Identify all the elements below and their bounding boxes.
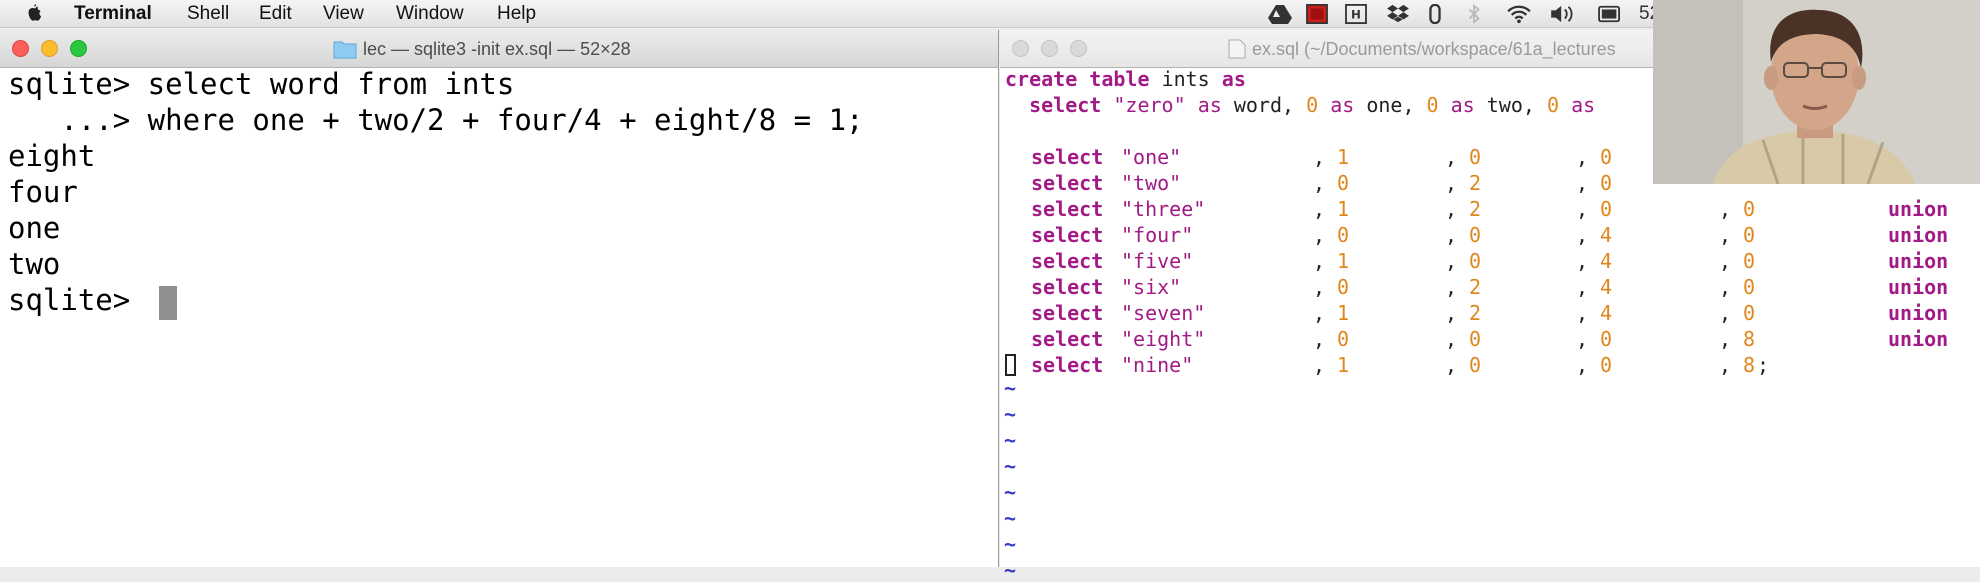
menu-view[interactable]: View bbox=[323, 3, 364, 25]
zoom-button[interactable] bbox=[70, 40, 87, 57]
volume-icon[interactable] bbox=[1548, 4, 1578, 24]
terminal-title: lec — sqlite3 -init ex.sql — 52×28 bbox=[363, 39, 631, 59]
terminal-line: four bbox=[8, 175, 78, 209]
google-drive-icon[interactable] bbox=[1268, 4, 1292, 24]
code-line: create table ints as bbox=[1005, 67, 1246, 91]
menu-terminal[interactable]: Terminal bbox=[74, 3, 152, 25]
record-icon[interactable] bbox=[1305, 4, 1329, 24]
vim-title: ex.sql (~/Documents/workspace/61a_lectur… bbox=[1252, 39, 1616, 59]
webcam-video bbox=[1653, 0, 1980, 184]
apple-menu-icon[interactable] bbox=[24, 3, 44, 23]
empty-line-tilde: ~ bbox=[1004, 428, 1017, 452]
minimize-button[interactable] bbox=[41, 40, 58, 57]
empty-line-tilde: ~ bbox=[1004, 376, 1017, 400]
terminal-line: one bbox=[8, 211, 61, 245]
terminal-line: ...> where one + two/2 + four/4 + eight/… bbox=[8, 103, 864, 137]
document-icon bbox=[1228, 39, 1246, 59]
empty-line-tilde: ~ bbox=[1004, 480, 1017, 504]
terminal-window[interactable]: lec — sqlite3 -init ex.sql — 52×28 sqlit… bbox=[0, 30, 999, 567]
terminal-line: sqlite> select word from ints bbox=[8, 67, 515, 101]
folder-icon bbox=[333, 41, 357, 59]
empty-line-tilde: ~ bbox=[1004, 454, 1017, 478]
dropbox-icon[interactable] bbox=[1385, 4, 1411, 24]
empty-line-tilde: ~ bbox=[1004, 402, 1017, 426]
terminal-line: eight bbox=[8, 139, 96, 173]
paperclip-icon[interactable] bbox=[1427, 4, 1443, 24]
svg-text:H: H bbox=[1351, 8, 1361, 22]
empty-line-tilde: ~ bbox=[1004, 506, 1017, 530]
minimize-button-inactive[interactable] bbox=[1041, 40, 1058, 57]
battery-icon[interactable] bbox=[1597, 4, 1623, 24]
wifi-icon[interactable] bbox=[1505, 4, 1533, 24]
bluetooth-icon[interactable] bbox=[1466, 4, 1482, 24]
terminal-prompt[interactable]: sqlite> bbox=[8, 282, 148, 318]
code-line: select "zero" as word, 0 as one, 0 as tw… bbox=[1029, 93, 1596, 117]
close-button-inactive[interactable] bbox=[1012, 40, 1029, 57]
menu-help[interactable]: Help bbox=[497, 3, 536, 25]
presenter-video-frame bbox=[1653, 0, 1980, 184]
h-box-icon[interactable]: H bbox=[1344, 4, 1368, 24]
terminal-title-bar[interactable]: lec — sqlite3 -init ex.sql — 52×28 bbox=[0, 30, 998, 68]
terminal-line: two bbox=[8, 247, 61, 281]
empty-line-tilde: ~ bbox=[1004, 558, 1017, 582]
text-cursor bbox=[159, 286, 177, 320]
vim-cursor bbox=[1005, 354, 1016, 376]
menu-shell[interactable]: Shell bbox=[187, 3, 229, 25]
menu-edit[interactable]: Edit bbox=[259, 3, 292, 25]
menu-window[interactable]: Window bbox=[396, 3, 464, 25]
close-button[interactable] bbox=[12, 40, 29, 57]
empty-line-tilde: ~ bbox=[1004, 532, 1017, 556]
zoom-button-inactive[interactable] bbox=[1070, 40, 1087, 57]
